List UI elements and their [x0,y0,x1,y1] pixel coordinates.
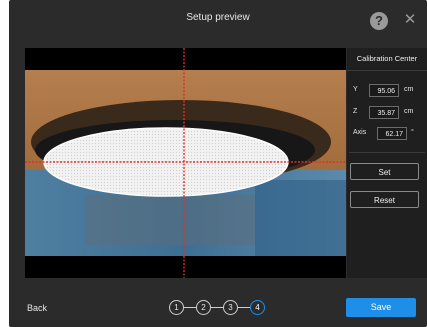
help-icon[interactable]: ? [370,12,388,30]
panel-divider [349,152,425,153]
crosshair-overlay [183,48,185,278]
reset-button[interactable]: Reset [350,191,419,208]
y-label: Y [353,86,358,93]
calibration-panel: Calibration Center Y 95.06 cm Z 35.87 cm… [347,48,427,278]
step-3[interactable]: 3 [223,300,238,315]
save-button[interactable]: Save [346,298,416,317]
y-input[interactable]: 95.06 [369,84,399,97]
dialog-titlebar: Setup preview ? ✕ [9,0,427,40]
calibration-header: Calibration Center [347,48,427,71]
camera-preview[interactable] [25,48,346,278]
step-connector [238,307,250,308]
y-unit: cm [404,86,414,93]
z-label: Z [353,108,358,115]
step-2[interactable]: 2 [196,300,211,315]
y-field-row: Y 95.06 cm [353,84,425,99]
z-field-row: Z 35.87 cm [353,106,425,121]
axis-input[interactable]: 62.17 [377,127,407,140]
back-button[interactable]: Back [27,303,47,313]
step-connector [211,307,223,308]
axis-unit: ° [411,129,414,136]
step-connector [184,307,196,308]
dialog-footer: Back 1 2 3 4 Save [9,296,427,327]
setup-preview-dialog: Setup preview ? ✕ Calibration Center Y 9… [9,0,427,327]
z-input[interactable]: 35.87 [369,106,399,119]
axis-field-row: Axis 62.17 ° [353,127,425,142]
step-4[interactable]: 4 [250,300,265,315]
dialog-title: Setup preview [186,12,250,23]
close-icon[interactable]: ✕ [402,12,418,28]
step-1[interactable]: 1 [169,300,184,315]
z-unit: cm [404,108,414,115]
axis-label: Axis [353,129,367,136]
set-button[interactable]: Set [350,163,419,180]
